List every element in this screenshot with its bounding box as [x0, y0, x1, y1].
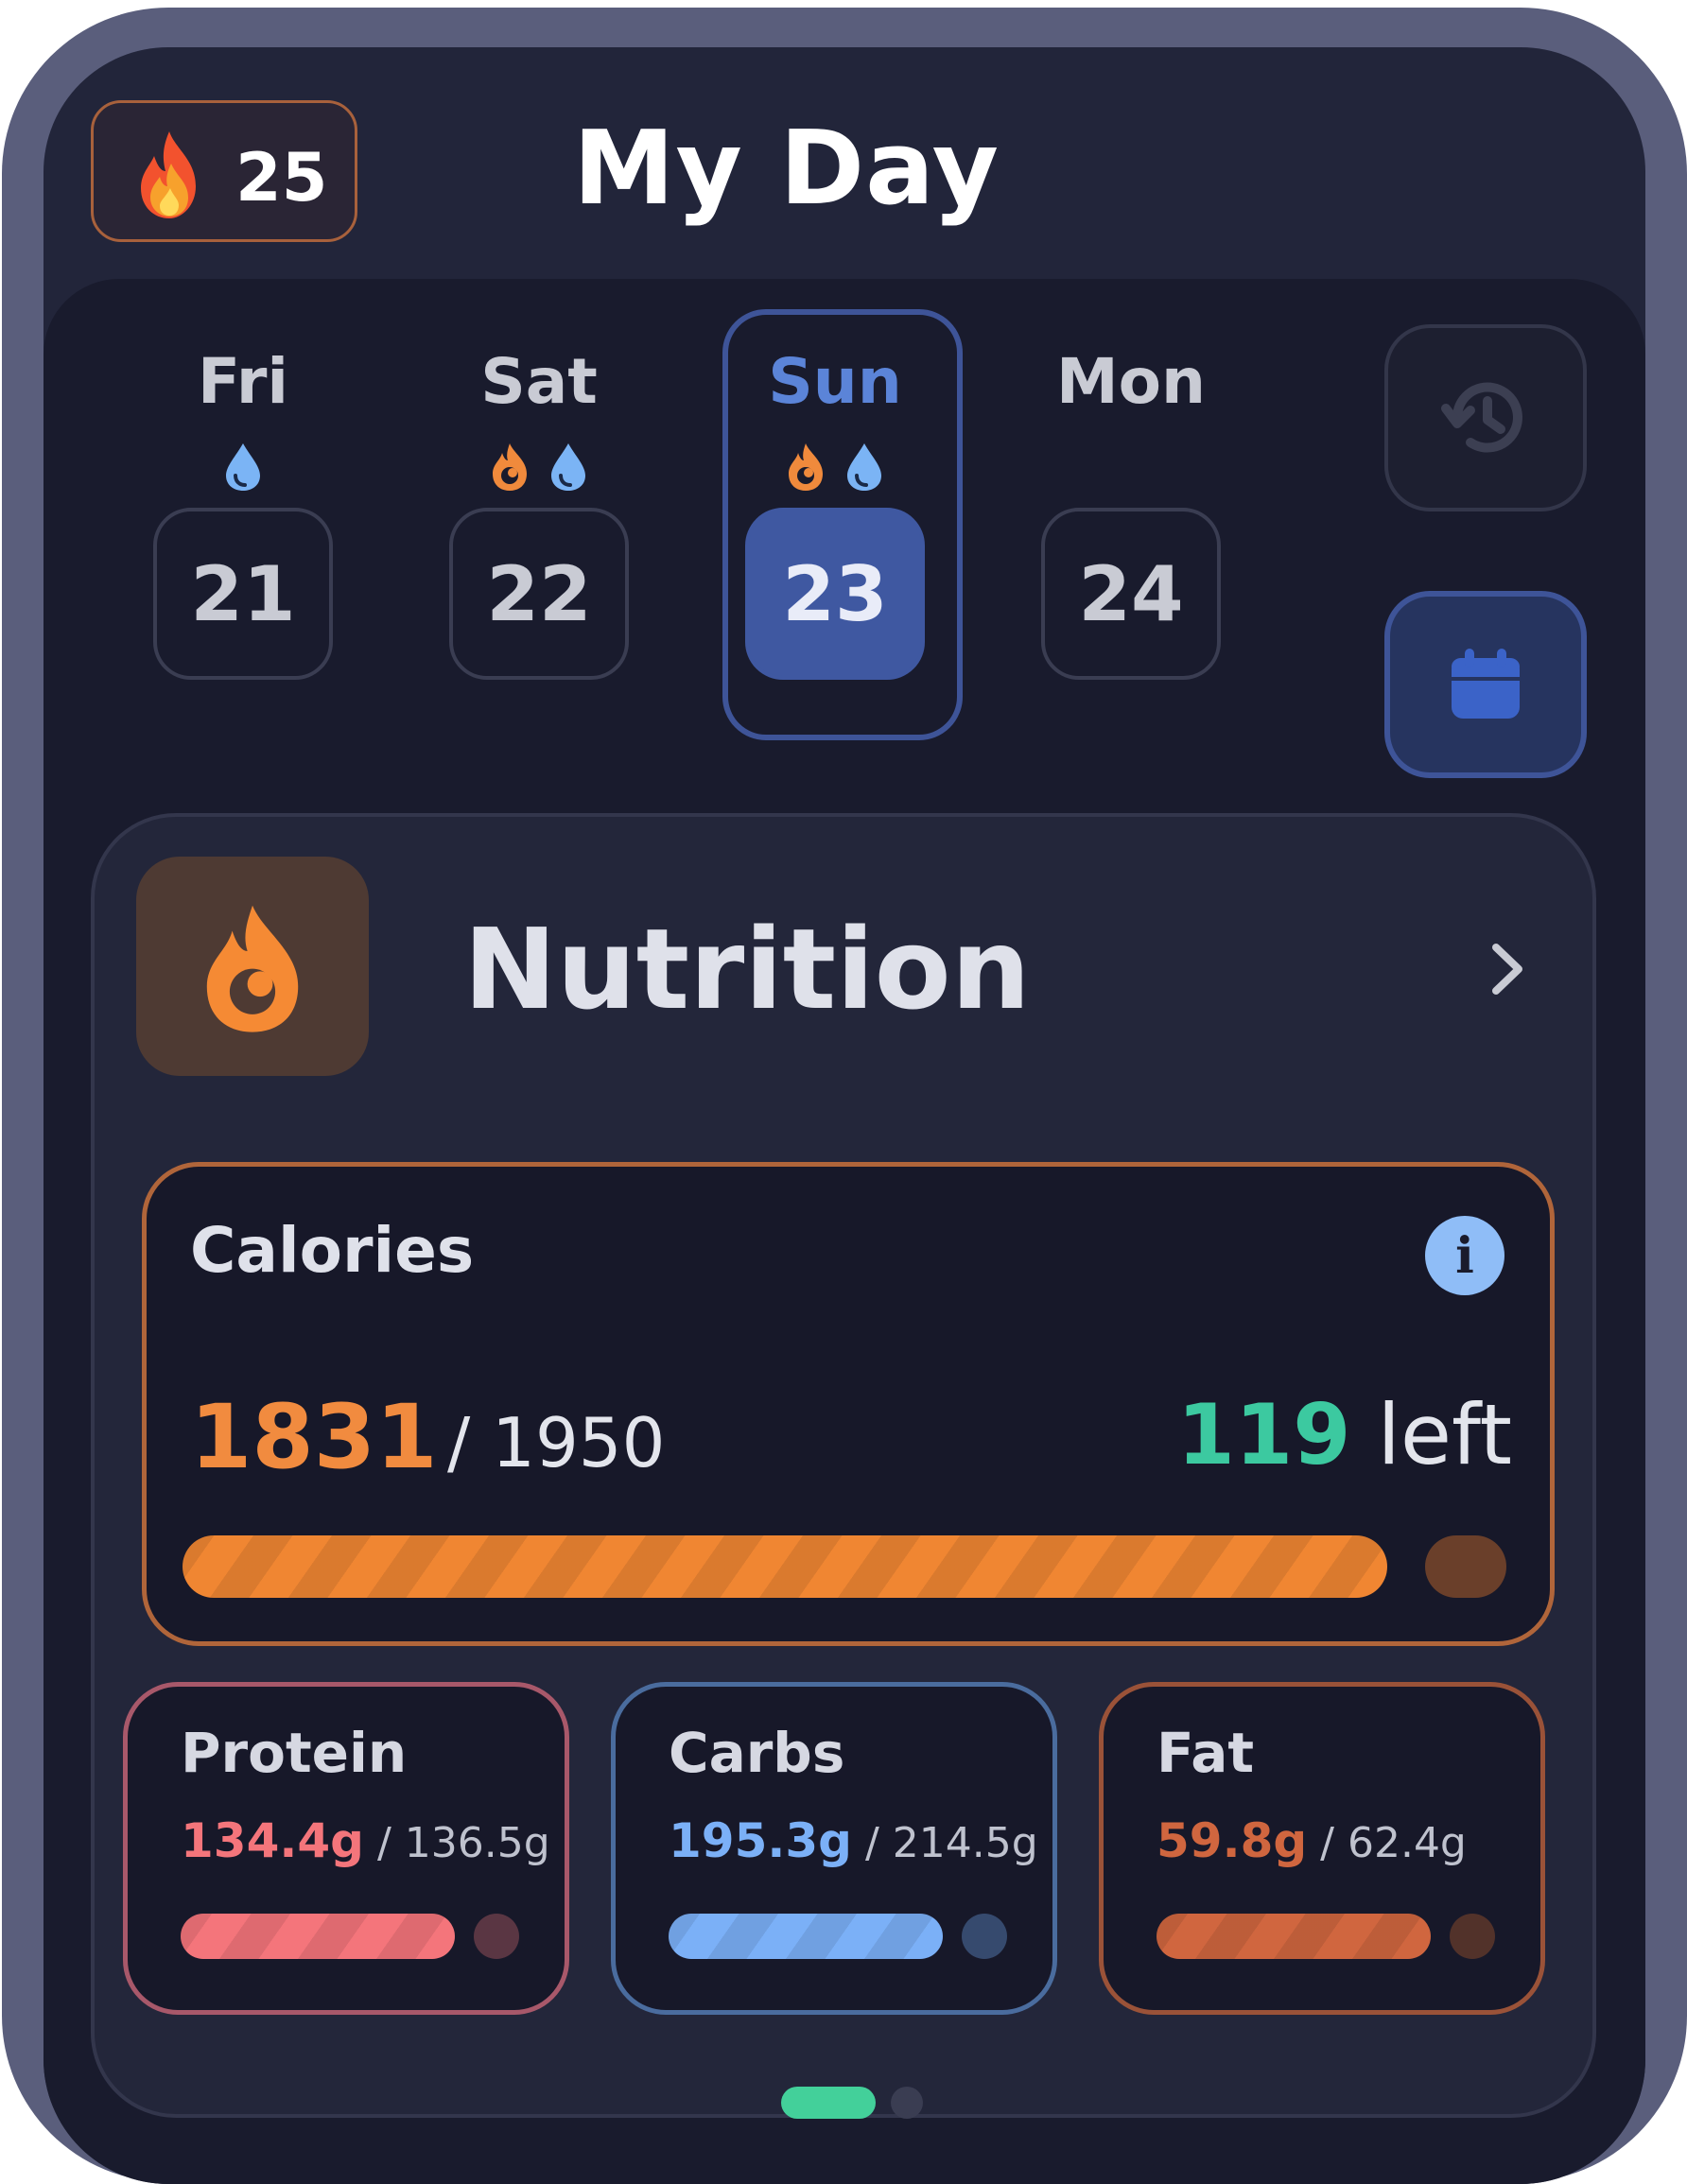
- day-date: 21: [153, 508, 333, 680]
- macro-goal: / 214.5g: [864, 1819, 1038, 1867]
- calories-progress-bar: [183, 1535, 1387, 1598]
- day-name: Sun: [768, 345, 902, 418]
- macro-card-fat[interactable]: Fat 59.8g / 62.4g: [1099, 1682, 1545, 2015]
- day-status-icons: [142, 440, 344, 496]
- calories-label: Calories: [190, 1214, 475, 1287]
- macro-current: 134.4g: [181, 1813, 364, 1868]
- calories-left-word: left: [1377, 1386, 1512, 1483]
- calories-card[interactable]: Calories i 1831 / 1950 119 left: [142, 1162, 1555, 1646]
- macro-name: Protein: [181, 1721, 408, 1785]
- flame-icon: [789, 443, 823, 491]
- day-fri[interactable]: Fri 21: [142, 317, 344, 723]
- calendar-icon: [1452, 649, 1520, 719]
- macro-values: 134.4g / 136.5g: [181, 1813, 550, 1868]
- day-date: 22: [449, 508, 629, 680]
- water-drop-icon: [847, 443, 881, 491]
- calories-left-value: 119: [1176, 1386, 1351, 1483]
- nutrition-icon-box: [136, 857, 369, 1076]
- calories-left: 119 left: [1177, 1386, 1512, 1483]
- calories-remaining-indicator: [1425, 1535, 1506, 1598]
- pager-dot[interactable]: [891, 2087, 923, 2119]
- day-status-icons: [438, 440, 640, 496]
- info-icon[interactable]: i: [1425, 1216, 1504, 1295]
- macro-values: 195.3g / 214.5g: [669, 1813, 1038, 1868]
- day-mon[interactable]: Mon 24: [1030, 317, 1232, 723]
- water-drop-icon: [551, 443, 585, 491]
- macro-goal: / 62.4g: [1320, 1819, 1467, 1867]
- history-button[interactable]: [1384, 324, 1587, 511]
- day-status-icons: [1030, 440, 1232, 496]
- calories-goal: / 1950: [447, 1403, 666, 1482]
- calories-consumed: 1831: [190, 1386, 438, 1489]
- macro-current: 59.8g: [1157, 1813, 1308, 1868]
- macro-progress-bar: [181, 1914, 455, 1959]
- macro-progress-bar: [669, 1914, 943, 1959]
- macro-progress-bar: [1157, 1914, 1431, 1959]
- macro-name: Fat: [1157, 1721, 1255, 1785]
- day-sun[interactable]: Sun 23: [722, 309, 963, 740]
- macro-remaining-indicator: [474, 1914, 519, 1959]
- nutrition-title: Nutrition: [463, 904, 1031, 1034]
- macro-card-protein[interactable]: Protein 134.4g / 136.5g: [123, 1682, 569, 2015]
- macro-card-carbs[interactable]: Carbs 195.3g / 214.5g: [611, 1682, 1057, 2015]
- chevron-right-icon[interactable]: [1485, 936, 1532, 1002]
- streak-flame-icon: [141, 131, 196, 218]
- day-status-icons: [734, 440, 936, 496]
- flame-icon: [206, 905, 299, 1032]
- water-drop-icon: [226, 443, 260, 491]
- macro-remaining-indicator: [1450, 1914, 1495, 1959]
- macro-values: 59.8g / 62.4g: [1157, 1813, 1467, 1868]
- macro-goal: / 136.5g: [376, 1819, 550, 1867]
- history-icon: [1441, 382, 1522, 453]
- screen: 25 My Day Fri 21 Sat 22 Sun 23 Mon 24 Nu…: [43, 47, 1645, 2184]
- day-date: 24: [1041, 508, 1221, 680]
- macro-name: Carbs: [669, 1721, 845, 1785]
- nutrition-card[interactable]: Nutrition Calories i 1831 / 1950 119 lef…: [91, 813, 1596, 2119]
- streak-badge[interactable]: 25: [91, 100, 357, 242]
- calendar-button[interactable]: [1384, 591, 1587, 778]
- day-name: Fri: [197, 345, 289, 418]
- day-sat[interactable]: Sat 22: [438, 317, 640, 723]
- day-name: Sat: [480, 345, 598, 418]
- macro-current: 195.3g: [669, 1813, 852, 1868]
- streak-count: 25: [235, 139, 328, 217]
- flame-icon: [493, 443, 527, 491]
- day-date: 23: [745, 508, 925, 680]
- macro-remaining-indicator: [962, 1914, 1007, 1959]
- day-name: Mon: [1055, 345, 1206, 418]
- page-title: My Day: [573, 110, 1000, 228]
- pager-dot-active[interactable]: [781, 2087, 876, 2119]
